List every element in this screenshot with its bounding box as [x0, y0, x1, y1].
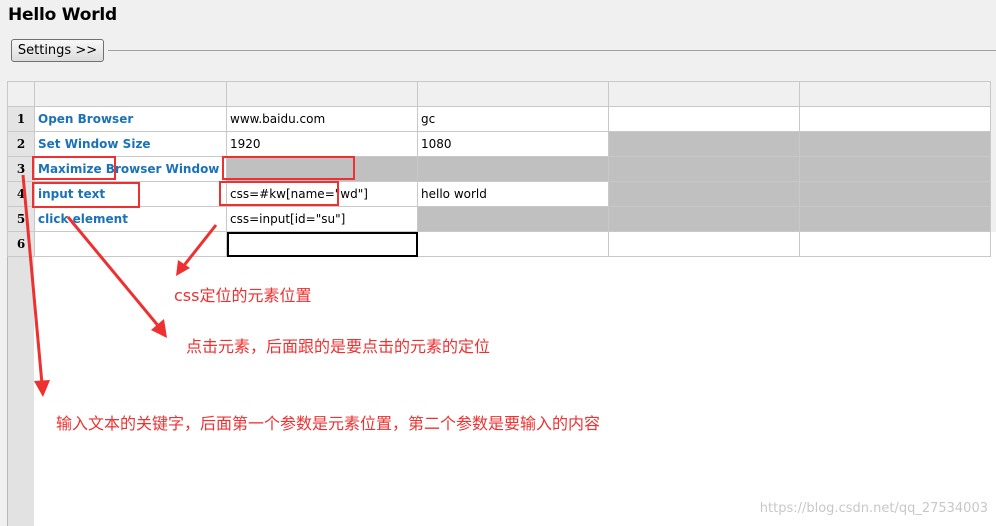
annotation-css-locator: css定位的元素位置 [174, 286, 312, 305]
arrowhead-input-note [34, 380, 50, 397]
annotation-input-text: 输入文本的关键字，后面第一个参数是元素位置，第二个参数是要输入的内容 [56, 414, 601, 433]
arrow-to-css-note [180, 224, 218, 269]
arrow-to-click-note [66, 216, 162, 329]
watermark: https://blog.csdn.net/qq_27534003 [759, 501, 988, 516]
annotation-arrows [21, 174, 218, 397]
annotation-click-element: 点击元素，后面跟的是要点击的元素的定位 [186, 337, 491, 356]
arrow-to-input-note [21, 174, 44, 385]
